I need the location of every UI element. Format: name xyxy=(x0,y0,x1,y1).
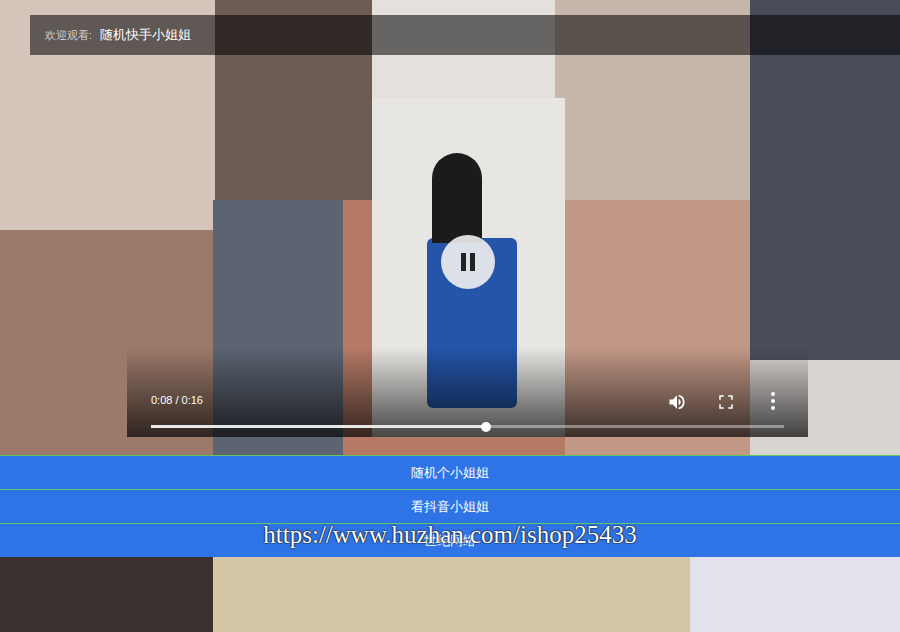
header-label: 欢迎观看: xyxy=(45,27,92,44)
progress-track[interactable] xyxy=(151,425,784,428)
nav-button-label: 随机个小姐姐 xyxy=(411,463,489,483)
play-pause-button[interactable] xyxy=(441,235,495,289)
header-title: 随机快手小姐姐 xyxy=(100,25,191,45)
progress-thumb[interactable] xyxy=(481,422,491,432)
nav-button-label: 世纪网络 xyxy=(424,531,476,551)
nav-button[interactable]: 随机个小姐姐 xyxy=(0,455,900,489)
volume-icon[interactable] xyxy=(667,392,687,412)
pause-icon xyxy=(459,252,477,272)
time-display: 0:08 / 0:16 xyxy=(151,392,203,409)
more-options-icon[interactable] xyxy=(767,391,779,411)
watermark: https://www.huzhan.com/ishop25433 xyxy=(263,516,636,554)
video-player[interactable]: 0:08 / 0:16 xyxy=(127,98,808,437)
fullscreen-icon[interactable] xyxy=(717,393,735,411)
button-list: 随机个小姐姐看抖音小姐姐世纪网络 xyxy=(0,455,900,557)
header-bar: 欢迎观看: 随机快手小姐姐 xyxy=(30,15,900,55)
progress-fill xyxy=(151,425,486,428)
nav-button-label: 看抖音小姐姐 xyxy=(411,497,489,517)
nav-button[interactable]: 世纪网络 xyxy=(0,523,900,557)
nav-button[interactable]: 看抖音小姐姐 xyxy=(0,489,900,523)
